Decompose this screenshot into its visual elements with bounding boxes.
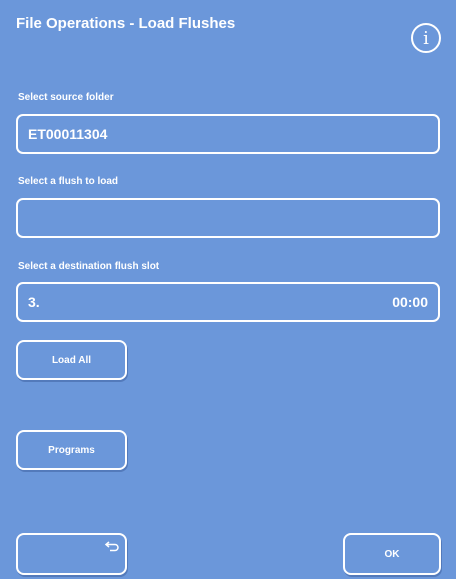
- load-all-button[interactable]: Load All: [16, 340, 127, 380]
- destination-label: Select a destination flush slot: [18, 261, 160, 272]
- source-folder-label: Select source folder: [18, 92, 114, 103]
- back-arrow-icon: [104, 541, 120, 553]
- ok-button[interactable]: OK: [343, 533, 441, 575]
- programs-button[interactable]: Programs: [16, 430, 127, 470]
- file-operations-panel: File Operations - Load Flushes i Select …: [0, 0, 456, 579]
- flush-select-field[interactable]: [16, 198, 440, 238]
- back-button[interactable]: [16, 533, 127, 575]
- source-folder-field[interactable]: ET00011304: [16, 114, 440, 154]
- page-title: File Operations - Load Flushes: [16, 15, 236, 32]
- destination-slot-number: 3.: [28, 294, 40, 310]
- info-icon-glyph: i: [423, 27, 429, 49]
- flush-label: Select a flush to load: [18, 176, 119, 187]
- info-icon[interactable]: i: [411, 23, 441, 53]
- destination-slot-time: 00:00: [392, 294, 428, 310]
- source-folder-value: ET00011304: [28, 126, 108, 142]
- destination-slot-field[interactable]: 3. 00:00: [16, 282, 440, 322]
